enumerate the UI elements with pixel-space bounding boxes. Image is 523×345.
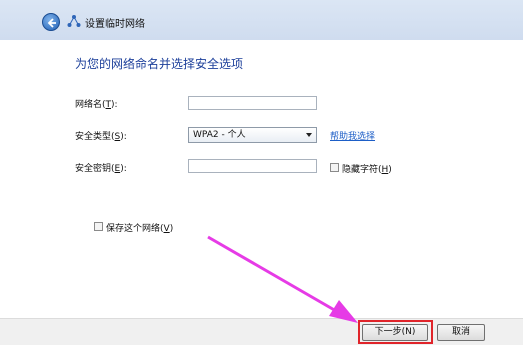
- back-arrow-icon: [47, 18, 56, 28]
- hide-characters-checkbox[interactable]: [330, 163, 339, 172]
- dropdown-arrow-icon: [306, 133, 312, 137]
- next-button-highlight: [358, 320, 433, 344]
- window-title: 设置临时网络: [85, 19, 145, 30]
- network-icon: [67, 15, 81, 27]
- title-bar: 设置临时网络: [0, 0, 523, 40]
- cancel-button[interactable]: 取消: [437, 324, 485, 341]
- back-button[interactable]: [42, 13, 60, 31]
- network-name-input[interactable]: [188, 96, 317, 110]
- security-type-select[interactable]: WPA2 - 个人: [188, 127, 317, 143]
- security-key-label: 安全密钥(E):: [75, 164, 127, 174]
- save-network-label: 保存这个网络(V): [106, 224, 174, 234]
- hide-characters-label: 隐藏字符(H): [342, 165, 392, 175]
- security-type-label: 安全类型(S):: [75, 132, 127, 142]
- save-network-checkbox[interactable]: [94, 222, 103, 231]
- network-name-label: 网络名(T):: [75, 100, 118, 110]
- security-key-input[interactable]: [188, 159, 317, 173]
- help-me-choose-link[interactable]: 帮助我选择: [330, 129, 375, 142]
- page-heading: 为您的网络命名并选择安全选项: [75, 57, 244, 71]
- security-type-value: WPA2 - 个人: [193, 130, 246, 140]
